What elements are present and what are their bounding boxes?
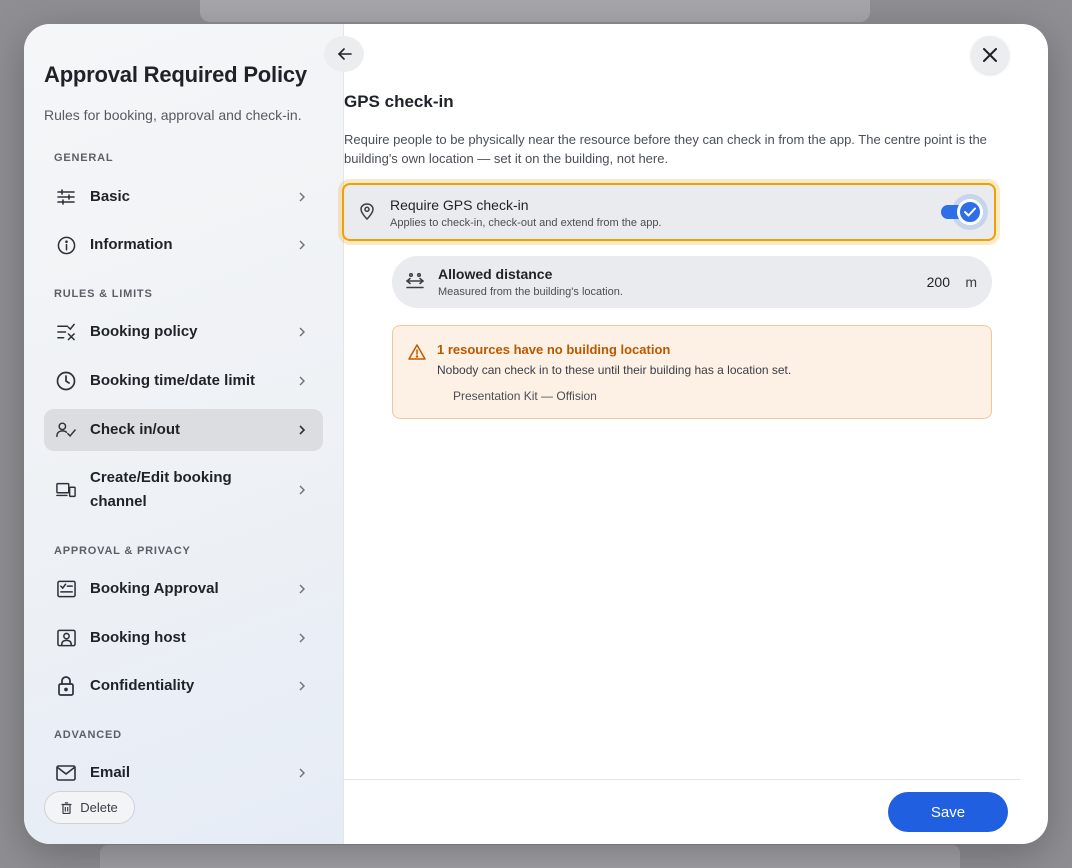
page-title: GPS check-in — [344, 92, 454, 111]
sidebar-item-label: Booking host — [90, 629, 186, 646]
sidebar-item-booking-approval[interactable]: Booking Approval — [44, 568, 323, 610]
sidebar-item-confidentiality[interactable]: Confidentiality — [44, 665, 323, 707]
chevron-right-icon — [297, 327, 307, 337]
page-description: Require people to be physically near the… — [344, 132, 987, 166]
distance-arrows-icon — [405, 272, 425, 295]
sidebar-item-label: Information — [90, 236, 173, 253]
chevron-right-icon — [297, 240, 307, 250]
settings-sidebar: Approval Required Policy Rules for booki… — [24, 24, 344, 844]
location-pin-icon — [360, 203, 374, 225]
trash-icon — [61, 801, 72, 814]
distance-title: Allowed distance — [438, 266, 553, 282]
list-check-icon — [56, 322, 76, 342]
policy-title: Approval Required Policy — [44, 62, 307, 87]
sidebar-item-label: Booking policy — [90, 323, 198, 340]
chevron-right-icon — [297, 633, 307, 643]
gps-toggle[interactable] — [941, 199, 983, 225]
sidebar-item-label: Basic — [90, 188, 131, 205]
devices-icon — [56, 480, 76, 500]
sidebar-item-label: Check in/out — [90, 421, 181, 438]
sidebar-item-booking-host[interactable]: Booking host — [44, 617, 323, 659]
chevron-right-icon — [297, 584, 307, 594]
sidebar-item-information[interactable]: Information — [44, 224, 323, 266]
save-button[interactable]: Save — [888, 792, 1008, 832]
policy-subtitle: Rules for booking, approval and check-in… — [44, 107, 302, 123]
require-gps-setting[interactable]: Require GPS check-in Applies to check-in… — [342, 183, 996, 241]
sliders-icon — [56, 187, 76, 207]
sidebar-item-label: Create/Edit booking channel — [90, 469, 232, 510]
distance-unit: m — [965, 274, 977, 290]
clock-icon — [56, 371, 76, 391]
background-search-bar — [200, 0, 870, 22]
warning-icon — [408, 344, 426, 365]
chevron-right-icon — [297, 376, 307, 386]
distance-value[interactable]: 200 — [927, 274, 950, 290]
sidebar-item-label: Confidentiality — [90, 677, 195, 694]
warning-body: Nobody can check in to these until their… — [437, 363, 792, 377]
allowed-distance-setting[interactable]: Allowed distance Measured from the build… — [392, 256, 992, 308]
delete-label: Delete — [80, 800, 118, 815]
missing-location-warning: 1 resources have no building location No… — [392, 325, 992, 419]
sidebar-item-label: Booking Approval — [90, 580, 219, 597]
section-general: GENERAL — [54, 152, 114, 164]
delete-button[interactable]: Delete — [44, 791, 135, 824]
sidebar-item-label: Email — [90, 764, 131, 781]
warning-title: 1 resources have no building location — [437, 342, 671, 357]
sidebar-item-label: Booking time/date limit — [90, 372, 256, 389]
sidebar-item-booking-channel[interactable]: Create/Edit booking channel — [44, 461, 323, 519]
info-icon — [56, 235, 76, 255]
close-button[interactable] — [971, 36, 1009, 74]
policy-modal: Approval Required Policy Rules for booki… — [24, 24, 1048, 844]
sidebar-item-check-in-out[interactable]: Check in/out — [44, 409, 323, 451]
chevron-right-icon — [297, 425, 307, 435]
approval-form-icon — [56, 579, 76, 599]
distance-subtitle: Measured from the building's location. — [438, 286, 623, 298]
user-check-icon — [56, 420, 76, 440]
section-advanced: ADVANCED — [54, 729, 122, 741]
sidebar-item-booking-policy[interactable]: Booking policy — [44, 311, 323, 353]
check-icon — [957, 199, 983, 225]
chevron-right-icon — [297, 485, 307, 495]
back-button[interactable] — [324, 36, 364, 72]
section-approval-privacy: APPROVAL & PRIVACY — [54, 545, 191, 557]
sidebar-item-booking-time-limit[interactable]: Booking time/date limit — [44, 360, 323, 402]
chevron-right-icon — [297, 768, 307, 778]
host-badge-icon — [56, 628, 76, 648]
arrow-left-icon — [338, 48, 352, 60]
section-rules-limits: RULES & LIMITS — [54, 288, 153, 300]
chevron-right-icon — [297, 681, 307, 691]
sidebar-item-basic[interactable]: Basic — [44, 176, 323, 218]
sidebar-item-email[interactable]: Email — [44, 752, 323, 794]
warning-resource-item: Presentation Kit — Offision — [453, 389, 597, 403]
close-icon — [983, 48, 997, 62]
background-bottom-bar — [100, 845, 960, 868]
mail-icon — [56, 763, 76, 783]
footer-divider — [344, 779, 1020, 780]
gps-setting-title: Require GPS check-in — [390, 197, 529, 213]
chevron-right-icon — [297, 192, 307, 202]
gps-setting-subtitle: Applies to check-in, check-out and exten… — [390, 217, 662, 229]
lock-icon — [56, 676, 76, 696]
